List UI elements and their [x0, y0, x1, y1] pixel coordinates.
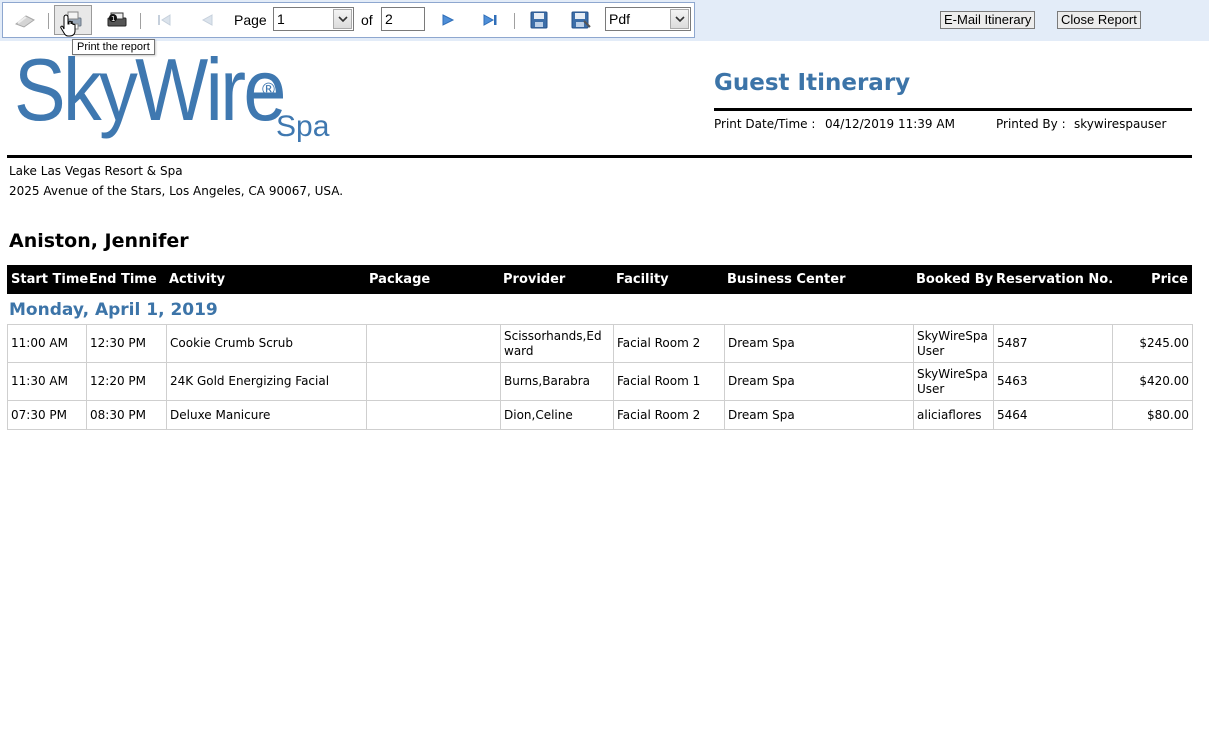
- col-booked-by: Booked By: [916, 272, 994, 287]
- email-itinerary-button[interactable]: E-Mail Itinerary: [940, 11, 1036, 29]
- chevron-down-icon[interactable]: [333, 9, 352, 29]
- cell-activity: Deluxe Manicure: [166, 400, 367, 430]
- cell-facility: Facial Room 2: [613, 324, 725, 363]
- report-toolbar: 1 Page 1 of 2 Pdf: [2, 2, 695, 38]
- col-start-time: Start Time: [11, 272, 89, 287]
- cell-package: [366, 324, 501, 363]
- skywire-logo: SkyWire: [14, 40, 286, 139]
- cell-facility: Facial Room 1: [613, 362, 725, 401]
- cell-activity: 24K Gold Energizing Facial: [166, 362, 367, 401]
- cell-booked-by: SkyWireSpa User: [913, 324, 994, 363]
- table-row[interactable]: 11:30 AM 12:20 PM 24K Gold Energizing Fa…: [7, 362, 1193, 401]
- export-format-value: Pdf: [609, 11, 631, 27]
- total-pages-field[interactable]: 2: [381, 7, 425, 31]
- cell-reservation-no: 5487: [993, 324, 1113, 363]
- guest-name: Aniston, Jennifer: [9, 230, 189, 252]
- cell-start-time: 07:30 PM: [7, 400, 87, 430]
- report-title: Guest Itinerary: [714, 70, 911, 96]
- report-viewer-topbar: 1 Page 1 of 2 Pdf E-Mail Itinerary Close…: [0, 0, 1209, 41]
- col-package: Package: [369, 272, 431, 287]
- cell-business-center: Dream Spa: [724, 324, 914, 363]
- cell-provider: Scissorhands,Edward: [500, 324, 614, 363]
- col-business-center: Business Center: [727, 272, 846, 287]
- col-price: Price: [1151, 272, 1188, 287]
- save-as-icon[interactable]: [569, 3, 593, 37]
- svg-text:1: 1: [111, 15, 115, 23]
- toolbar-separator: [514, 13, 515, 29]
- chevron-down-icon[interactable]: [670, 9, 689, 29]
- print-date-label: Print Date/Time :: [714, 117, 816, 131]
- printed-by-label: Printed By :: [996, 117, 1066, 131]
- close-report-button[interactable]: Close Report: [1057, 11, 1141, 29]
- print-date-value: 04/12/2019 11:39 AM: [825, 117, 955, 131]
- col-reservation-no: Reservation No.: [996, 272, 1114, 287]
- printed-by-value: skywirespauser: [1074, 117, 1167, 131]
- cell-reservation-no: 5464: [993, 400, 1113, 430]
- prev-page-icon[interactable]: [196, 3, 218, 37]
- cell-price: $80.00: [1112, 400, 1193, 430]
- cell-package: [366, 362, 501, 401]
- export-icon[interactable]: [13, 3, 37, 37]
- cell-end-time: 12:30 PM: [86, 324, 167, 363]
- cell-business-center: Dream Spa: [724, 400, 914, 430]
- save-icon[interactable]: [527, 3, 551, 37]
- cell-facility: Facial Room 2: [613, 400, 725, 430]
- print-setup-icon[interactable]: 1: [103, 3, 131, 37]
- next-page-icon[interactable]: [437, 3, 459, 37]
- cell-business-center: Dream Spa: [724, 362, 914, 401]
- title-divider: [714, 108, 1192, 111]
- itinerary-table-header: Start Time End Time Activity Package Pro…: [7, 265, 1192, 294]
- table-row[interactable]: 07:30 PM 08:30 PM Deluxe Manicure Dion,C…: [7, 400, 1193, 430]
- page-select[interactable]: 1: [273, 7, 354, 31]
- page-select-value: 1: [277, 11, 285, 27]
- address-line-1: Lake Las Vegas Resort & Spa: [9, 164, 183, 178]
- cell-provider: Burns,Barabra: [500, 362, 614, 401]
- header-divider: [7, 155, 1192, 158]
- last-page-icon[interactable]: [480, 3, 502, 37]
- cell-end-time: 08:30 PM: [86, 400, 167, 430]
- cell-booked-by: SkyWireSpa User: [913, 362, 994, 401]
- export-format-select[interactable]: Pdf: [605, 7, 691, 31]
- cell-price: $245.00: [1112, 324, 1193, 363]
- cell-reservation-no: 5463: [993, 362, 1113, 401]
- cell-provider: Dion,Celine: [500, 400, 614, 430]
- itinerary-table: 11:00 AM 12:30 PM Cookie Crumb Scrub Sci…: [7, 324, 1193, 430]
- col-end-time: End Time: [89, 272, 157, 287]
- cell-end-time: 12:20 PM: [86, 362, 167, 401]
- cell-activity: Cookie Crumb Scrub: [166, 324, 367, 363]
- table-row[interactable]: 11:00 AM 12:30 PM Cookie Crumb Scrub Sci…: [7, 324, 1193, 363]
- cell-start-time: 11:30 AM: [7, 362, 87, 401]
- cell-booked-by: aliciaflores: [913, 400, 994, 430]
- first-page-icon[interactable]: [153, 3, 175, 37]
- page-label: Page: [234, 12, 267, 28]
- col-provider: Provider: [503, 272, 566, 287]
- cell-price: $420.00: [1112, 362, 1193, 401]
- hand-cursor-icon: [60, 14, 76, 37]
- cell-start-time: 11:00 AM: [7, 324, 87, 363]
- logo-spa-text: Spa: [276, 110, 330, 143]
- day-group-label: Monday, April 1, 2019: [9, 300, 218, 320]
- logo-registered-mark: ®: [260, 80, 277, 100]
- cell-package: [366, 400, 501, 430]
- address-line-2: 2025 Avenue of the Stars, Los Angeles, C…: [9, 184, 344, 198]
- col-activity: Activity: [169, 272, 226, 287]
- toolbar-separator: [48, 13, 49, 29]
- toolbar-separator: [140, 13, 141, 29]
- col-facility: Facility: [616, 272, 669, 287]
- of-label: of: [361, 12, 373, 28]
